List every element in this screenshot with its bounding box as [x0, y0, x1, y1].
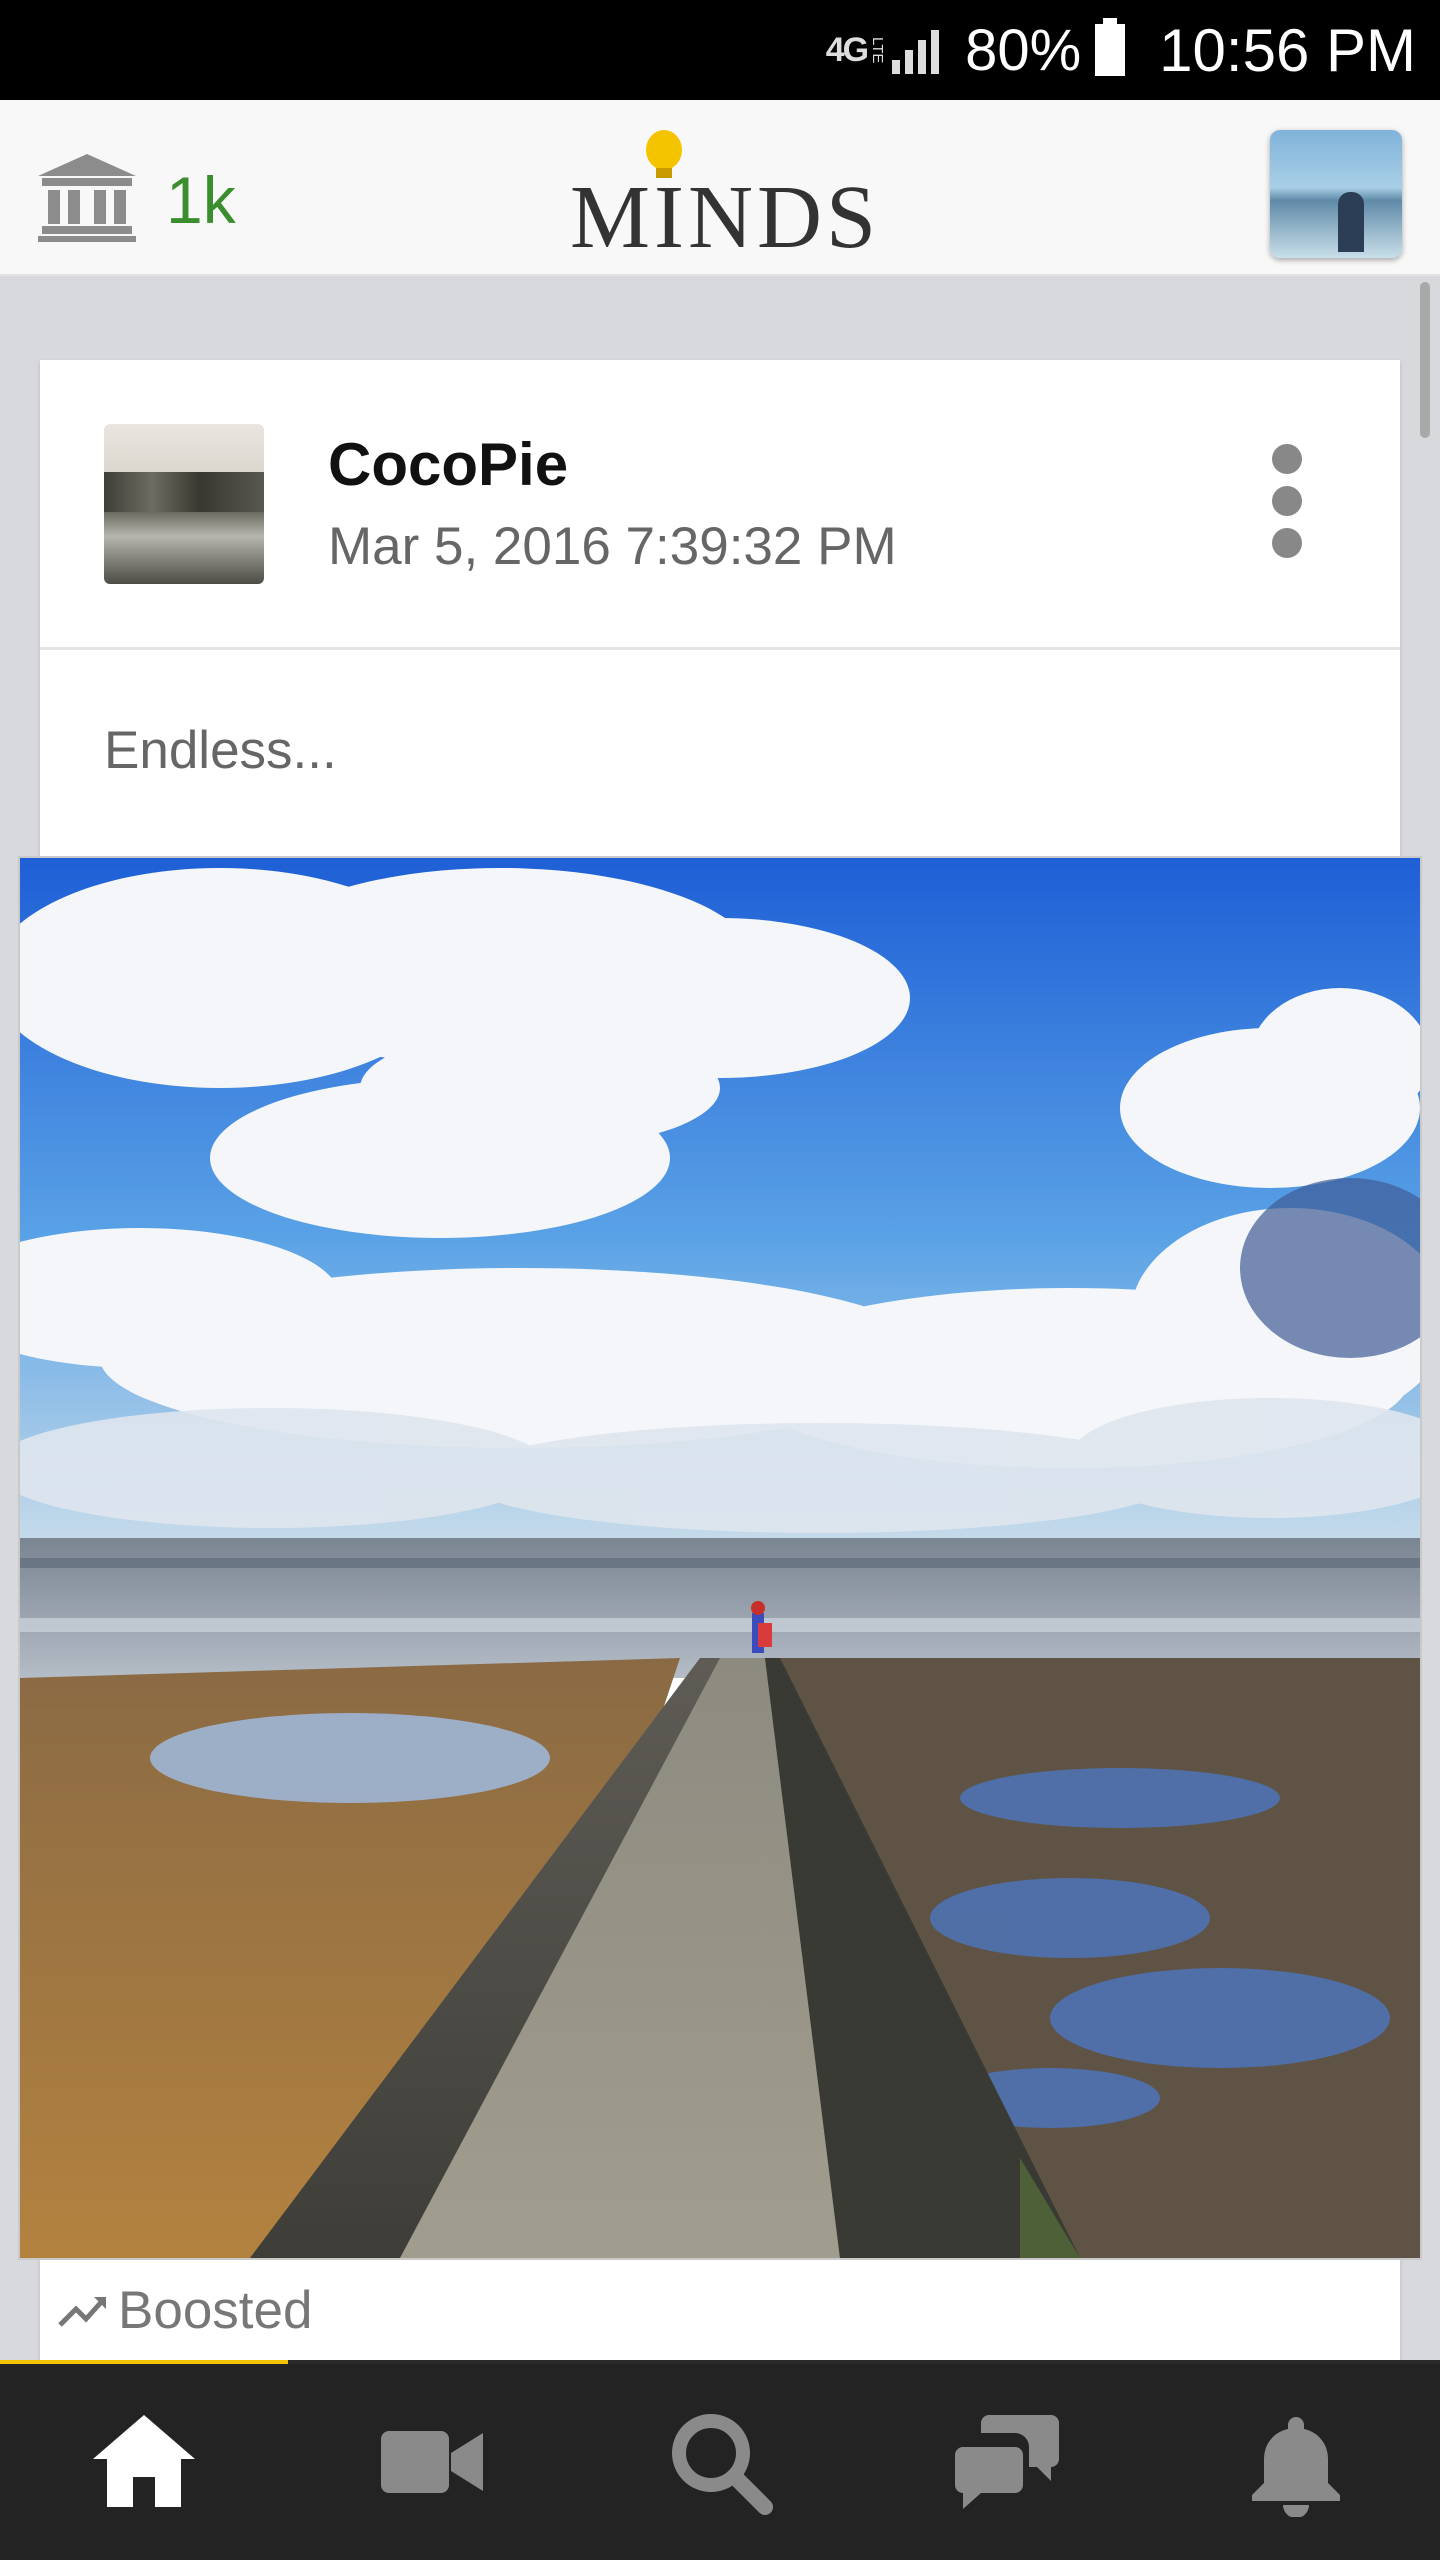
wallet-bank-icon[interactable] [38, 154, 136, 242]
bell-icon [1252, 2417, 1340, 2517]
logo-text: MINDS [570, 168, 881, 267]
boosted-label: Boosted [118, 2281, 313, 2340]
network-sub: LTE [869, 36, 887, 64]
nav-search[interactable] [650, 2392, 790, 2532]
nav-notifications[interactable] [1226, 2392, 1366, 2532]
nav-video[interactable] [362, 2392, 502, 2532]
search-icon [672, 2414, 773, 2515]
bottom-navigation [0, 2364, 1440, 2560]
user-avatar[interactable] [1270, 130, 1402, 258]
signal-icon [892, 26, 940, 74]
more-options-icon[interactable] [1262, 444, 1312, 574]
minds-logo[interactable]: MINDS [570, 126, 876, 267]
points-count[interactable]: 1k [166, 162, 236, 238]
bulb-icon [646, 130, 682, 170]
network-indicator: 4G LTE [825, 26, 940, 74]
boosted-indicator: Boosted [58, 2280, 312, 2341]
nav-messenger[interactable] [938, 2392, 1078, 2532]
clock: 10:56 PM [1159, 16, 1416, 84]
network-type: 4G [825, 30, 869, 69]
trending-up-icon [58, 2296, 106, 2327]
post-image[interactable] [20, 858, 1420, 2258]
post-photo [20, 858, 1420, 2258]
post-timestamp: Mar 5, 2016 7:39:32 PM [328, 517, 897, 576]
post-header: CocoPie Mar 5, 2016 7:39:32 PM [40, 360, 1400, 650]
status-bar: 4G LTE 80% 10:56 PM [0, 0, 1440, 100]
post-author-avatar[interactable] [104, 424, 264, 584]
video-icon [381, 2431, 483, 2493]
nav-home[interactable] [74, 2392, 214, 2532]
chat-icon [955, 2415, 1059, 2509]
post-message: Endless... [104, 721, 337, 780]
battery-percent: 80% [965, 17, 1082, 83]
post-author-name[interactable]: CocoPie [328, 430, 568, 499]
home-icon [93, 2415, 195, 2507]
battery-icon [1095, 18, 1126, 76]
scrollbar[interactable] [1420, 282, 1430, 438]
app-header: 1k MINDS [0, 100, 1440, 276]
